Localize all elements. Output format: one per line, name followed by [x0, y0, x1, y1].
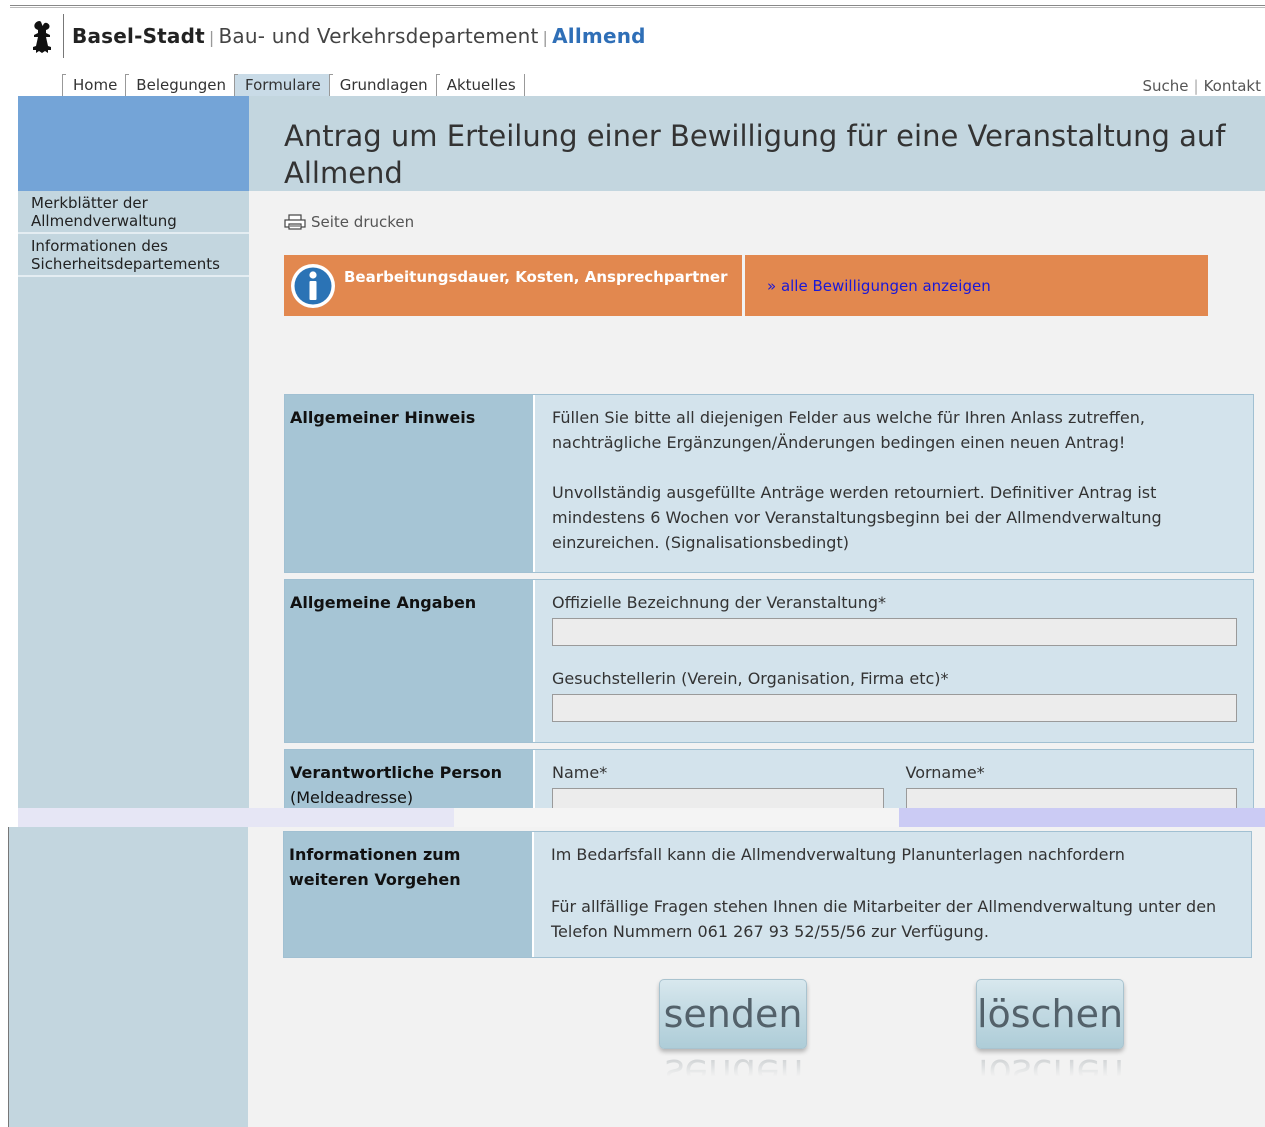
title-band: Antrag um Erteilung einer Bewilligung fü…	[249, 96, 1265, 191]
section-label: Allgemeine Angaben	[285, 580, 535, 742]
printer-icon	[284, 214, 306, 230]
section-general-notice: Allgemeiner Hinweis Füllen Sie bitte all…	[284, 394, 1254, 573]
applicant-label: Gesuchstellerin (Verein, Organisation, F…	[552, 669, 949, 688]
section-body: Füllen Sie bitte all diejenigen Felder a…	[535, 395, 1253, 572]
main-content: Seite drucken Bearbeitungsdauer, Kosten,…	[249, 191, 1265, 824]
nav-home[interactable]: Home	[62, 74, 125, 96]
logo-divider	[63, 14, 64, 58]
section-body: Im Bedarfsfall kann die Allmendverwaltun…	[534, 832, 1251, 957]
name-label: Name*	[552, 763, 608, 782]
sidebar-link-merkblaetter[interactable]: Merkblätter der Allmendverwaltung	[18, 191, 249, 234]
print-label: Seite drucken	[311, 213, 415, 231]
info-bar-link-cell: » alle Bewilligungen anzeigen	[745, 255, 1208, 316]
info-bar: Bearbeitungsdauer, Kosten, Ansprechpartn…	[284, 255, 1208, 316]
capture-seam	[454, 808, 899, 827]
section-name[interactable]: Allmend	[552, 24, 646, 48]
sidebar: Merkblätter der Allmendverwaltung Inform…	[18, 191, 249, 808]
capture-seam	[18, 808, 454, 827]
nav-band	[18, 96, 249, 191]
canton-name[interactable]: Basel-Stadt	[72, 24, 205, 48]
sidebar-link-sicherheitsdepartement[interactable]: Informationen des Sicherheitsdepartement…	[18, 234, 249, 277]
firstname-label: Vorname*	[905, 763, 985, 782]
department-name[interactable]: Bau- und Verkehrsdepartement	[219, 24, 539, 48]
notice-text-1: Füllen Sie bitte all diejenigen Felder a…	[552, 408, 1145, 452]
info-bar-label: Bearbeitungsdauer, Kosten, Ansprechpartn…	[344, 268, 728, 286]
event-name-input[interactable]	[552, 618, 1237, 646]
sidebar-lower	[8, 827, 248, 1127]
info-bar-details[interactable]: Bearbeitungsdauer, Kosten, Ansprechpartn…	[284, 255, 742, 316]
all-permits-link[interactable]: » alle Bewilligungen anzeigen	[767, 277, 991, 295]
main-content-lower: Informationen zum weiteren Vorgehen Im B…	[248, 827, 1265, 1127]
event-name-label: Offizielle Bezeichnung der Veranstaltung…	[552, 593, 886, 612]
reset-button-reflection: löschen	[977, 1053, 1125, 1087]
next-steps-text-2: Für allfällige Fragen stehen Ihnen die M…	[551, 897, 1217, 941]
site-header: Basel-Stadt | Bau- und Verkehrsdepartement…	[72, 24, 646, 48]
basel-staff-icon	[33, 21, 51, 53]
section-sublabel: (Meldeadresse)	[290, 788, 414, 807]
utility-nav: Suche | Kontakt	[1142, 77, 1262, 95]
main-nav: Home Belegungen Formulare Grundlagen Akt…	[62, 74, 525, 96]
section-body: Offizielle Bezeichnung der Veranstaltung…	[535, 580, 1253, 742]
nav-belegungen[interactable]: Belegungen	[125, 74, 234, 96]
search-link[interactable]: Suche	[1143, 77, 1189, 95]
reset-button[interactable]: löschen	[976, 979, 1124, 1049]
info-icon	[291, 264, 335, 308]
section-label: Informationen zum weiteren Vorgehen	[284, 832, 534, 957]
contact-link[interactable]: Kontakt	[1204, 77, 1261, 95]
next-steps-text-1: Im Bedarfsfall kann die Allmendverwaltun…	[551, 845, 1125, 864]
reset-button-group: löschen löschen	[976, 979, 1126, 1089]
nav-formulare[interactable]: Formulare	[234, 74, 329, 96]
applicant-input[interactable]	[552, 694, 1237, 722]
page-title: Antrag um Erteilung einer Bewilligung fü…	[284, 119, 1226, 190]
section-label: Allgemeiner Hinweis	[285, 395, 535, 572]
send-button-group: senden senden	[659, 979, 809, 1089]
notice-text-2: Unvollständig ausgefüllte Anträge werden…	[552, 483, 1162, 552]
top-rule	[10, 5, 1265, 8]
section-general-details: Allgemeine Angaben Offizielle Bezeichnun…	[284, 579, 1254, 743]
section-next-steps: Informationen zum weiteren Vorgehen Im B…	[283, 831, 1252, 958]
nav-aktuelles[interactable]: Aktuelles	[435, 74, 524, 96]
nav-grundlagen[interactable]: Grundlagen	[328, 74, 436, 96]
send-button-reflection: senden	[664, 1053, 804, 1087]
capture-seam	[899, 808, 1265, 827]
send-button[interactable]: senden	[659, 979, 807, 1049]
nav-end	[523, 74, 525, 96]
print-link[interactable]: Seite drucken	[284, 213, 414, 231]
